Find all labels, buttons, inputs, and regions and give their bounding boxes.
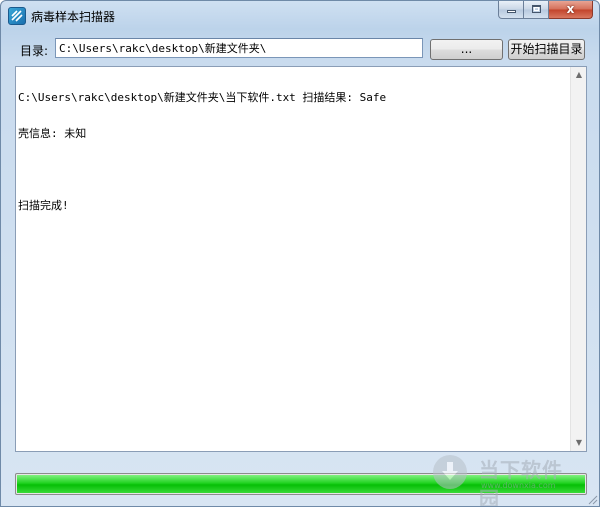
scroll-up-icon[interactable]: ▲: [571, 67, 587, 83]
close-button[interactable]: x: [549, 1, 593, 19]
directory-label: 目录:: [20, 44, 49, 58]
scan-log[interactable]: C:\Users\rakc\desktop\新建文件夹\当下软件.txt 扫描结…: [15, 66, 587, 452]
browse-button[interactable]: ...: [430, 39, 503, 60]
log-line: C:\Users\rakc\desktop\新建文件夹\当下软件.txt 扫描结…: [18, 91, 387, 104]
caption-buttons: x: [498, 1, 593, 20]
scroll-down-icon[interactable]: ▼: [571, 435, 587, 451]
log-text: C:\Users\rakc\desktop\新建文件夹\当下软件.txt 扫描结…: [18, 68, 568, 236]
log-line: 扫描完成!: [18, 199, 69, 212]
app-icon[interactable]: [8, 7, 26, 25]
start-scan-button[interactable]: 开始扫描目录: [508, 39, 585, 60]
app-window: 病毒样本扫描器 x 目录: ... 开始扫描目录 C:\Users\rakc\d…: [0, 0, 600, 507]
window-title: 病毒样本扫描器: [31, 10, 116, 24]
title-bar[interactable]: 病毒样本扫描器 x: [1, 1, 599, 31]
minimize-button[interactable]: [498, 1, 524, 19]
vertical-scrollbar[interactable]: ▲ ▼: [570, 67, 586, 451]
watermark-url: www.downxia.com: [481, 481, 556, 490]
close-icon: x: [566, 2, 575, 16]
resize-grip-icon[interactable]: [586, 493, 598, 505]
maximize-button[interactable]: [524, 1, 549, 19]
watermark-logo: 当下软件园 www.downxia.com: [433, 453, 583, 506]
log-line: 壳信息: 未知: [18, 127, 87, 140]
download-icon: [433, 455, 467, 489]
directory-path-input[interactable]: [55, 38, 423, 58]
